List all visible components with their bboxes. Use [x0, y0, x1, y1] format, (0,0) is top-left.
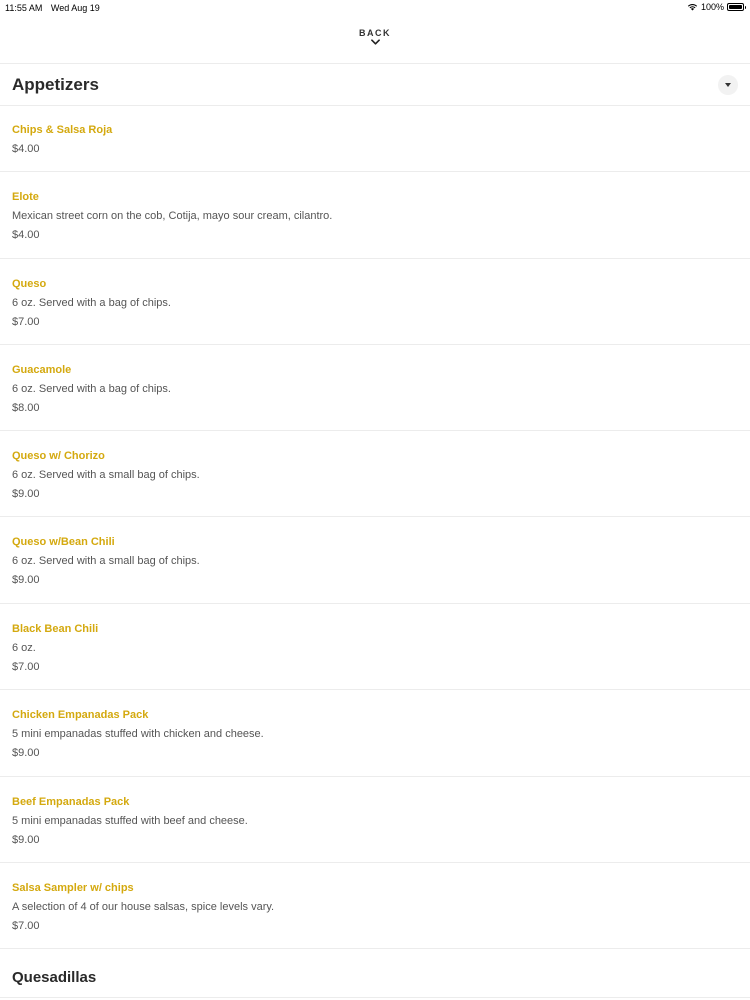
- item-name: Guacamole: [12, 364, 72, 376]
- item-description: 6 oz. Served with a small bag of chips.: [12, 469, 200, 481]
- menu-item[interactable]: Beef Empanadas Pack 5 mini empanadas stu…: [0, 777, 750, 863]
- section-header-quesadillas[interactable]: Quesadillas: [0, 949, 750, 998]
- item-description: Mexican street corn on the cob, Cotija, …: [12, 210, 333, 222]
- status-left: 11:55 AM Wed Aug 19: [5, 3, 106, 13]
- item-description: A selection of 4 of our house salsas, sp…: [12, 901, 275, 913]
- section-title: Quesadillas: [12, 969, 97, 986]
- menu-item[interactable]: Chips & Salsa Roja $4.00: [0, 105, 750, 172]
- item-name: Chicken Empanadas Pack: [12, 709, 149, 721]
- item-name: Salsa Sampler w/ chips: [12, 882, 134, 894]
- menu-list-appetizers: Chips & Salsa Roja $4.00 Elote Mexican s…: [0, 105, 750, 949]
- menu-item[interactable]: Queso w/Bean Chili 6 oz. Served with a s…: [0, 517, 750, 604]
- back-button[interactable]: BACK: [359, 28, 391, 45]
- item-name: Beef Empanadas Pack: [12, 796, 130, 808]
- item-name: Queso w/ Chorizo: [12, 450, 105, 462]
- back-label: BACK: [359, 28, 391, 38]
- menu-item[interactable]: Chicken Empanadas Pack 5 mini empanadas …: [0, 690, 750, 777]
- item-description: 6 oz.: [12, 642, 36, 654]
- item-price: $7.00: [12, 920, 40, 932]
- section-title: Appetizers: [12, 75, 99, 94]
- back-bar: BACK: [0, 16, 750, 64]
- item-price: $7.00: [12, 661, 40, 673]
- menu-item[interactable]: Elote Mexican street corn on the cob, Co…: [0, 172, 750, 259]
- item-name: Chips & Salsa Roja: [12, 124, 113, 136]
- status-bar: 11:55 AM Wed Aug 19 100%: [0, 0, 750, 16]
- item-name: Queso: [12, 278, 47, 290]
- item-price: $4.00: [12, 143, 40, 155]
- battery-percent: 100%: [700, 2, 724, 12]
- status-right: 100%: [687, 2, 746, 12]
- item-price: $9.00: [12, 488, 40, 500]
- item-description: 6 oz. Served with a small bag of chips.: [12, 555, 200, 567]
- wifi-icon: [687, 3, 698, 11]
- battery-icon: [727, 3, 746, 11]
- item-price: $9.00: [12, 834, 40, 846]
- item-description: 6 oz. Served with a bag of chips.: [12, 297, 171, 309]
- item-name: Queso w/Bean Chili: [12, 536, 115, 548]
- menu-item[interactable]: Black Bean Chili 6 oz. $7.00: [0, 604, 750, 690]
- item-price: $9.00: [12, 574, 40, 586]
- triangle-down-icon: [725, 83, 731, 87]
- item-price: $8.00: [12, 402, 40, 414]
- chevron-down-icon: [370, 39, 380, 45]
- item-price: $4.00: [12, 229, 40, 241]
- status-time: 11:55 AM: [5, 3, 43, 13]
- item-price: $7.00: [12, 316, 40, 328]
- item-name: Black Bean Chili: [12, 623, 99, 635]
- collapse-button[interactable]: [718, 75, 738, 95]
- item-price: $9.00: [12, 747, 40, 759]
- menu-item[interactable]: Queso 6 oz. Served with a bag of chips. …: [0, 259, 750, 345]
- menu-item[interactable]: Salsa Sampler w/ chips A selection of 4 …: [0, 863, 750, 949]
- section-header-appetizers[interactable]: Appetizers: [0, 64, 750, 106]
- menu-item[interactable]: Queso w/ Chorizo 6 oz. Served with a sma…: [0, 431, 750, 517]
- item-description: 5 mini empanadas stuffed with beef and c…: [12, 815, 248, 827]
- menu-item[interactable]: Guacamole 6 oz. Served with a bag of chi…: [0, 345, 750, 431]
- status-date: Wed Aug 19: [50, 3, 100, 13]
- item-name: Elote: [12, 191, 39, 203]
- item-description: 6 oz. Served with a bag of chips.: [12, 383, 171, 395]
- item-description: 5 mini empanadas stuffed with chicken an…: [12, 728, 264, 740]
